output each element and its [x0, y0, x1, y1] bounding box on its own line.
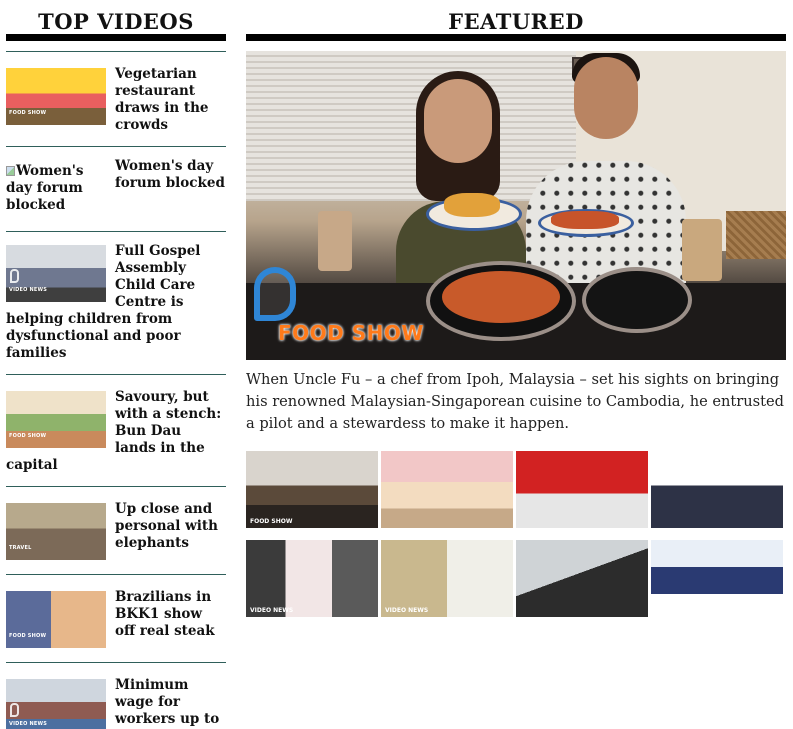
featured-thumbnail[interactable]: FOOD SHOW	[246, 451, 378, 528]
featured-video-grid: FOOD SHOW VIDEO NEWS VIDEO NEWS	[246, 451, 786, 617]
broken-image-alt: Women's day forum blocked	[6, 163, 84, 213]
video-thumbnail[interactable]: FOOD SHOW	[6, 591, 106, 648]
featured-column: FEATURED FOOD SHOW When Uncle Fu – a che…	[246, 0, 786, 617]
featured-thumbnail[interactable]: VIDEO NEWS	[381, 540, 513, 617]
featured-thumbnail[interactable]	[381, 451, 513, 528]
hero-iced-drink	[318, 211, 352, 271]
video-thumbnail[interactable]: VIDEO NEWS	[6, 679, 106, 729]
hero-curry-dish	[551, 211, 619, 229]
hero-fried-dish	[444, 193, 500, 217]
hero-basket	[726, 211, 786, 259]
thumbnail-tag: FOOD SHOW	[9, 433, 47, 439]
food-show-logo-icon	[254, 267, 296, 321]
hero-window-blinds	[246, 51, 576, 201]
video-item[interactable]: FOOD SHOW Vegetarian restaurant draws in…	[6, 51, 226, 146]
featured-thumbnail[interactable]	[516, 451, 648, 528]
featured-thumbnail[interactable]	[651, 540, 783, 617]
thumbnail-tag: VIDEO NEWS	[385, 607, 429, 614]
video-item[interactable]: FOOD SHOW Brazilians in BKK1 show off re…	[6, 574, 226, 662]
featured-heading: FEATURED	[246, 0, 786, 41]
hero-claypot-soup	[442, 271, 560, 323]
thumbnail-tag: VIDEO NEWS	[9, 287, 48, 293]
thumbnail-tag: FOOD SHOW	[9, 110, 47, 116]
video-thumbnail[interactable]: VIDEO NEWS	[6, 245, 106, 302]
video-thumbnail[interactable]: FOOD SHOW	[6, 68, 106, 125]
video-thumbnail[interactable]: TRAVEL	[6, 503, 106, 560]
play-logo-icon	[10, 269, 19, 283]
video-item[interactable]: TRAVEL Up close and personal with elepha…	[6, 486, 226, 574]
video-item[interactable]: VIDEO NEWS Full Gospel Assembly Child Ca…	[6, 231, 226, 374]
thumbnail-tag: TRAVEL	[9, 545, 32, 551]
video-item[interactable]: Women's day forum blocked Women's day fo…	[6, 146, 226, 231]
top-videos-heading: TOP VIDEOS	[6, 0, 226, 41]
top-videos-list: FOOD SHOW Vegetarian restaurant draws in…	[6, 51, 226, 729]
featured-caption[interactable]: When Uncle Fu – a chef from Ipoh, Malays…	[246, 369, 786, 435]
hero-claypot	[582, 267, 692, 333]
food-show-logo-text: FOOD SHOW	[278, 321, 424, 345]
thumbnail-tag: VIDEO NEWS	[9, 721, 48, 727]
play-logo-icon	[10, 703, 19, 717]
featured-hero-video[interactable]: FOOD SHOW	[246, 51, 786, 360]
featured-thumbnail[interactable]: VIDEO NEWS	[246, 540, 378, 617]
video-thumbnail[interactable]: FOOD SHOW	[6, 391, 106, 448]
top-videos-column: TOP VIDEOS FOOD SHOW Vegetarian restaura…	[6, 0, 226, 729]
thumbnail-tag: VIDEO NEWS	[250, 607, 294, 614]
featured-thumbnail[interactable]	[516, 540, 648, 617]
broken-image[interactable]: Women's day forum blocked	[6, 163, 106, 214]
hero-man-face	[574, 57, 638, 139]
thumbnail-tag: FOOD SHOW	[9, 633, 47, 639]
hero-iced-drink	[682, 219, 722, 281]
hero-woman-face	[424, 79, 492, 163]
featured-thumbnail[interactable]	[651, 451, 783, 528]
broken-image-icon	[6, 166, 15, 176]
video-item[interactable]: VIDEO NEWS Minimum wage for workers up t…	[6, 662, 226, 729]
video-item[interactable]: FOOD SHOW Savoury, but with a stench: Bu…	[6, 374, 226, 486]
thumbnail-tag: FOOD SHOW	[250, 518, 293, 525]
